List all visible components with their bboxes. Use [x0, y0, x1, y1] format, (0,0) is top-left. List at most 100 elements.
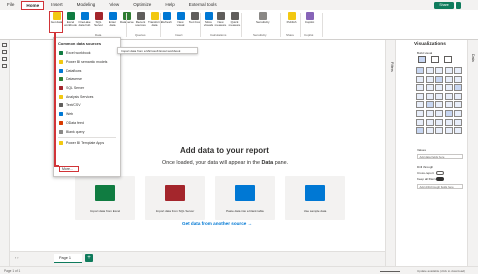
model-view-icon[interactable] [2, 57, 7, 61]
visual-type-icon[interactable] [416, 118, 424, 126]
values-field-well[interactable]: Add data fields here [417, 154, 463, 159]
visual-type-icon[interactable] [454, 109, 463, 117]
visual-type-icon[interactable] [444, 109, 453, 117]
visual-type-icon[interactable] [425, 92, 434, 100]
ribbon-button-dataverse[interactable]: Dataverse [120, 12, 134, 24]
visual-type-icon[interactable] [444, 118, 453, 126]
dropdown-item-power-bi-semantic-models[interactable]: Power BI semantic models [54, 58, 120, 67]
dropdown-item-template-apps[interactable]: Power BI Template Apps [54, 138, 120, 147]
quick-start-card[interactable]: Import data from Excel [75, 176, 135, 220]
quick-start-card[interactable]: Use sample data [285, 176, 345, 220]
dropdown-item-blank-query[interactable]: Blank query [54, 127, 120, 136]
visual-type-icon[interactable] [435, 92, 444, 100]
visual-type-icon[interactable] [425, 101, 434, 109]
visual-type-icon[interactable] [416, 101, 424, 109]
table-view-icon[interactable] [2, 50, 7, 54]
dropdown-item-dataflows[interactable]: Dataflows [54, 66, 120, 75]
drill-through-field-well[interactable]: Add drill-through fields here [417, 184, 463, 189]
visual-type-icon[interactable] [454, 101, 463, 109]
visual-type-icon[interactable] [444, 92, 453, 100]
menu-modeling[interactable]: Modeling [70, 0, 103, 10]
visual-type-icon[interactable] [435, 101, 444, 109]
page-tabs-bar: ‹ › Page 1 + [10, 251, 385, 266]
ribbon-button-sql-server[interactable]: SQL Server [92, 12, 105, 27]
report-view-icon[interactable] [2, 43, 7, 47]
visual-type-icon[interactable] [416, 67, 424, 74]
menu-help[interactable]: Help [158, 0, 181, 10]
cross-report-toggle[interactable] [436, 171, 444, 175]
build-visual-tab-icon[interactable] [418, 56, 426, 63]
visual-type-icon[interactable] [454, 92, 463, 100]
ribbon-button-sensitivity[interactable]: Sensitivity [256, 12, 270, 24]
more-sources-button[interactable]: More... [59, 166, 79, 172]
visual-type-icon[interactable] [425, 118, 434, 126]
add-page-button[interactable]: + [85, 254, 93, 262]
quick-start-card[interactable]: Paste data into a blank table [215, 176, 275, 220]
dropdown-item-web[interactable]: Web [54, 110, 120, 119]
share-button[interactable]: Share [434, 2, 454, 9]
dropdown-item-excel-workbook[interactable]: Excel workbook [54, 49, 120, 58]
menu-file[interactable]: File [0, 0, 21, 10]
visual-type-icon[interactable] [444, 67, 453, 74]
get-data-another-source-link[interactable]: Get data from another source → [182, 221, 252, 226]
ribbon-button-recent-sources[interactable]: Recent sources [134, 12, 147, 27]
visual-type-icon[interactable] [444, 84, 453, 92]
visual-type-icon[interactable] [454, 84, 463, 92]
dropdown-item-sql-server[interactable]: SQL Server [54, 84, 120, 93]
visual-type-icon[interactable] [416, 109, 424, 117]
filters-pane-collapsed[interactable]: Filters [385, 40, 396, 266]
format-visual-tab-icon[interactable] [431, 56, 439, 63]
ribbon-button-excel-workbook[interactable]: Excel workbook [64, 12, 77, 27]
page-tab[interactable]: Page 1 [54, 254, 82, 263]
visual-type-icon[interactable] [425, 84, 434, 92]
visual-type-icon[interactable] [416, 84, 424, 92]
ribbon-button-refresh[interactable]: Refresh [160, 12, 173, 24]
template-apps-icon [59, 140, 63, 145]
visual-type-icon[interactable] [416, 92, 424, 100]
menu-view[interactable]: View [102, 0, 126, 10]
ribbon-button-new-visual[interactable]: New visual [174, 12, 187, 27]
visual-type-icon[interactable] [454, 118, 463, 126]
dropdown-item-dataverse[interactable]: Dataverse [54, 75, 120, 84]
visual-type-icon[interactable] [435, 118, 444, 126]
dropdown-item-odata-feed[interactable]: OData feed [54, 119, 120, 128]
visual-type-icon[interactable] [435, 75, 444, 83]
ribbon-button-copilot[interactable]: Copilot [303, 12, 316, 24]
visual-type-icon[interactable] [454, 75, 463, 83]
visual-type-icon[interactable] [425, 109, 434, 117]
menu-external-tools[interactable]: External tools [182, 0, 224, 10]
visual-type-icon[interactable] [444, 101, 453, 109]
visual-type-icon[interactable] [425, 127, 434, 135]
ribbon-button-enter-data[interactable]: Enter data [106, 12, 119, 27]
menu-home[interactable]: Home [21, 0, 45, 10]
visual-type-icon[interactable] [425, 67, 434, 74]
zoom-slider[interactable] [380, 271, 400, 272]
visual-type-icon[interactable] [454, 67, 463, 74]
analytics-tab-icon[interactable] [444, 56, 452, 63]
visual-type-icon[interactable] [425, 75, 434, 83]
page-nav-arrows-icon[interactable]: ‹ › [15, 256, 18, 260]
ribbon-button-publish[interactable]: Publish [285, 12, 298, 24]
share-dropdown-icon[interactable] [455, 2, 461, 9]
visual-type-icon[interactable] [454, 127, 463, 135]
dax-query-icon[interactable] [2, 64, 7, 68]
ribbon-button-onelake-data-hub[interactable]: OneLake data hub [78, 12, 91, 27]
visual-type-icon[interactable] [416, 75, 424, 83]
ribbon-button-new-measure[interactable]: New measure [214, 12, 227, 27]
visual-type-icon[interactable] [416, 127, 424, 135]
visual-type-icon[interactable] [435, 109, 444, 117]
dropdown-item-text-csv[interactable]: Text/CSV [54, 101, 120, 110]
ribbon-button-quick-measure[interactable]: Quick measure [228, 12, 241, 27]
dropdown-item-analysis-services[interactable]: Analysis Services [54, 92, 120, 101]
visual-type-icon[interactable] [444, 127, 453, 135]
quick-start-card[interactable]: Import data from SQL Server [145, 176, 205, 220]
menu-optimize[interactable]: Optimize [126, 0, 158, 10]
menu-insert[interactable]: Insert [44, 0, 70, 10]
visual-type-icon[interactable] [435, 84, 444, 92]
keep-filters-toggle[interactable] [436, 177, 444, 181]
visual-type-icon[interactable] [435, 127, 444, 135]
update-available-link[interactable]: Update available (click to download) [417, 269, 465, 273]
visual-type-icon[interactable] [435, 67, 444, 74]
data-pane-collapsed[interactable]: Data [468, 40, 478, 266]
visual-type-icon[interactable] [444, 75, 453, 83]
